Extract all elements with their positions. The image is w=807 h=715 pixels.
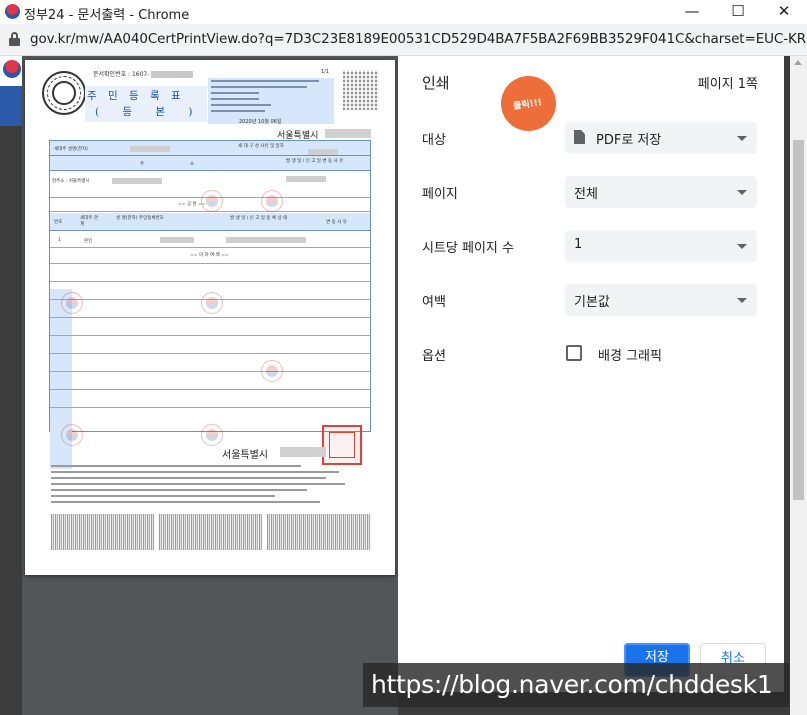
margins-select[interactable]: 기본값: [565, 284, 757, 316]
watermark-icon: [201, 190, 223, 212]
scrollbar-thumb[interactable]: [793, 140, 804, 500]
doc-page-indicator: 1/1: [321, 69, 330, 75]
pages-per-sheet-select[interactable]: 1: [565, 230, 757, 262]
watermark-icon: [201, 424, 223, 446]
barcode-icon: [267, 514, 371, 550]
lock-icon[interactable]: [9, 32, 20, 46]
title-bar: 정부24 - 문서출력 - Chrome — ☐ ✕: [0, 0, 807, 24]
government-seal-icon: [42, 71, 86, 115]
doc-number: 문서확인번호 : 1607-: [93, 69, 194, 78]
doc-notes: [51, 465, 371, 507]
page-scrollbar[interactable]: [790, 56, 807, 715]
document-page: 문서확인번호 : 1607- 1/1 주 민 등 록 표 ( 등 본 ) 202…: [25, 60, 395, 575]
issue-date: 2020년 10월 06일: [239, 119, 282, 125]
click-callout: 클릭!!!: [501, 76, 556, 131]
site-header-bar: [0, 86, 24, 126]
window-title: 정부24 - 문서출력 - Chrome: [24, 8, 190, 23]
chevron-down-icon: [737, 190, 747, 195]
background-graphics-checkbox[interactable]: [566, 345, 582, 361]
margins-label: 여백: [422, 295, 446, 310]
registry-table: 세대주 성명(한자) 세 대 구 성 사유 및 일자 주 소 발 생 일 / 신…: [49, 140, 371, 469]
chevron-down-icon: [737, 136, 747, 141]
print-preview-pane[interactable]: 문서확인번호 : 1607- 1/1 주 민 등 록 표 ( 등 본 ) 202…: [22, 56, 398, 692]
watermark-icon: [201, 292, 223, 314]
pages-per-sheet-label: 시트당 페이지 수: [422, 241, 514, 256]
watermark-icon: [261, 190, 283, 212]
minimize-button[interactable]: —: [669, 0, 715, 24]
official-stamp-icon: [322, 425, 362, 465]
watermark-icon: [61, 424, 83, 446]
scroll-up-icon[interactable]: [794, 60, 802, 65]
pages-select[interactable]: 전체: [565, 176, 757, 208]
address-bar[interactable]: gov.kr/mw/AA040CertPrintView.do?q=7D3C23…: [0, 24, 807, 56]
pages-label: 페이지: [422, 187, 458, 202]
browser-window: 정부24 - 문서출력 - Chrome — ☐ ✕ gov.kr/mw/AA0…: [0, 0, 807, 715]
destination-select[interactable]: PDF로 저장: [565, 122, 757, 154]
chevron-down-icon: [737, 298, 747, 303]
file-icon: [574, 130, 585, 144]
maximize-button[interactable]: ☐: [715, 0, 761, 24]
page-count: 페이지 1쪽: [697, 77, 758, 92]
barcode-icon: [51, 514, 155, 550]
background-graphics-label[interactable]: 배경 그래픽: [598, 345, 662, 364]
watermark-icon: [61, 292, 83, 314]
doc-subtitle: ( 등 본 ): [95, 106, 203, 118]
chevron-down-icon: [737, 244, 747, 249]
url-text[interactable]: gov.kr/mw/AA040CertPrintView.do?q=7D3C23…: [30, 31, 807, 47]
issuer-city-bottom: 서울특별시: [222, 450, 268, 461]
gov24-favicon-icon: [5, 4, 20, 19]
options-label: 옵션: [422, 349, 446, 364]
print-settings-panel: 인쇄 페이지 1쪽 대상 PDF로 저장 페이지 전체 시트당 페이지 수 1 …: [398, 56, 784, 692]
destination-label: 대상: [422, 133, 446, 148]
gov24-logo-icon: [3, 60, 21, 78]
close-button[interactable]: ✕: [761, 0, 807, 24]
blog-url-watermark: https://blog.naver.com/chddesk1: [363, 663, 789, 707]
watermark-icon: [261, 360, 283, 382]
doc-title: 주 민 등 록 표: [87, 90, 185, 102]
print-heading: 인쇄: [422, 74, 450, 92]
barcode-icon: [159, 514, 263, 550]
